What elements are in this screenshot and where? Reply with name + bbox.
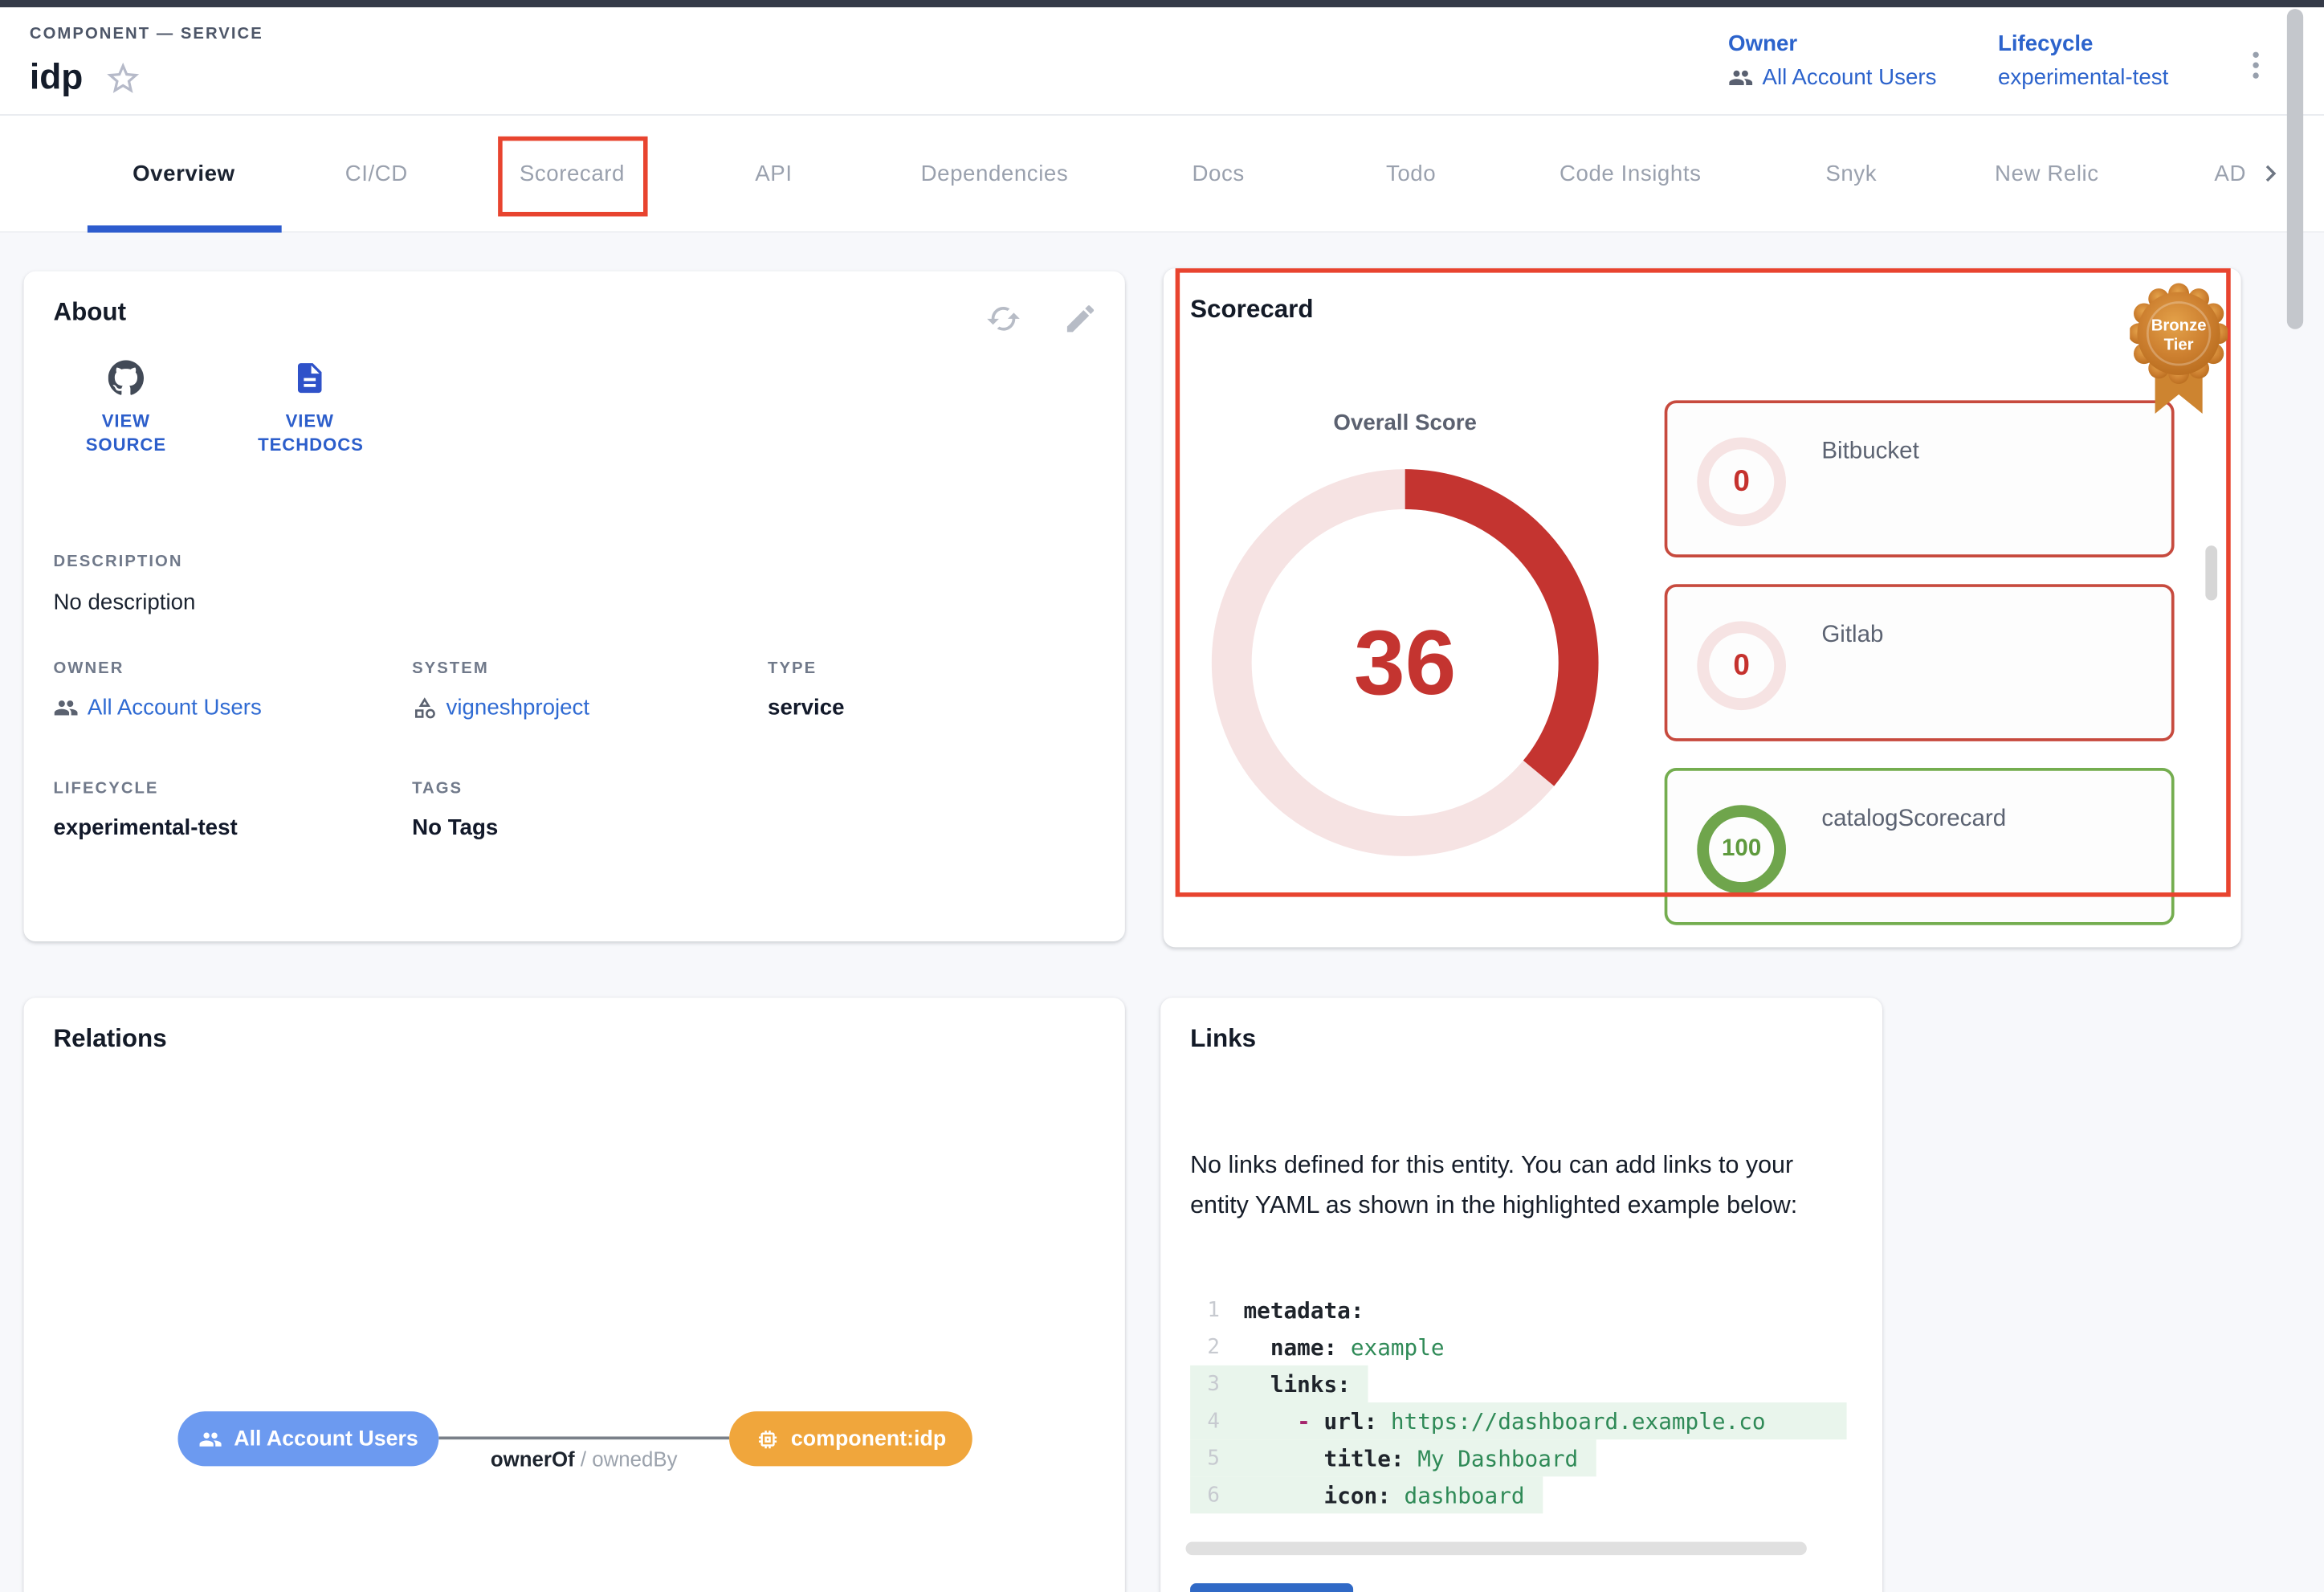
tab-dependencies[interactable]: Dependencies [921,116,1069,233]
owner-value-link[interactable]: All Account Users [1728,65,1936,90]
header-owner: Owner All Account Users [1728,31,1936,91]
tab-snyk[interactable]: Snyk [1825,116,1877,233]
techdocs-document-icon [292,360,328,395]
page-scrollbar[interactable] [2287,9,2303,329]
overall-score-label: Overall Score [1333,410,1477,435]
badge-text-line1: Bronze [2151,317,2207,335]
code-line-highlighted: 6 icon: dashboard [1190,1476,1543,1513]
lifecycle-value: experimental-test [1998,65,2168,90]
group-icon [198,1427,222,1451]
scorecard-item-bitbucket[interactable]: 0 Bitbucket [1665,400,2175,557]
tab-new-relic[interactable]: New Relic [1995,116,2099,233]
scorecard-title: Scorecard [1190,295,1314,325]
tab-overview[interactable]: Overview [133,116,235,233]
entity-tabs: Overview CI/CD Scorecard API Dependencie… [0,116,2324,233]
links-title: Links [1190,1024,1256,1054]
tabs-scroll-right-chevron-icon[interactable] [2254,157,2287,190]
code-line: 1metadata: [1190,1292,1847,1329]
scorecard-list-scrollbar[interactable] [2205,545,2217,600]
links-card: Links No links defined for this entity. … [1160,998,1882,1592]
view-source-link[interactable]: VIEW SOURCE [65,360,186,456]
scorecard-card: Scorecard Bron [1164,268,2241,947]
scorecard-item-gitlab[interactable]: 0 Gitlab [1665,584,2175,741]
favorite-star-icon[interactable] [104,59,142,98]
scorecard-tab-annotation-box [498,137,647,217]
field-owner: OWNER All Account Users [53,659,412,720]
view-techdocs-label: VIEW TECHDOCS [258,409,361,456]
code-line: 2 name: example [1190,1329,1847,1365]
about-card: About VIEW SOURCE VIEW TECHDOCS DESCRIPT… [24,271,1125,941]
view-techdocs-link[interactable]: VIEW TECHDOCS [249,360,370,456]
view-source-label: VIEW SOURCE [74,409,177,456]
relations-card: Relations All Account Users component:id… [24,998,1125,1592]
tab-code-insights[interactable]: Code Insights [1560,116,1701,233]
header-lifecycle: Lifecycle experimental-test [1998,31,2168,91]
top-window-strip [0,0,2324,7]
breadcrumb: COMPONENT — SERVICE [30,25,263,43]
tab-docs[interactable]: Docs [1192,116,1244,233]
relation-edge [438,1436,729,1439]
code-line-highlighted: 5 title: My Dashboard [1190,1439,1596,1476]
page: COMPONENT — SERVICE idp Owner All Accoun… [0,0,2324,1592]
relations-title: Relations [53,1024,166,1054]
owner-entity-link[interactable]: All Account Users [53,696,412,720]
about-title: About [53,298,126,328]
group-icon [1728,65,1753,90]
bronze-tier-badge: Bronze Tier [2130,280,2228,422]
description-value: No description [53,590,195,615]
tab-api[interactable]: API [755,116,792,233]
links-empty-message: No links defined for this entity. You ca… [1190,1146,1854,1225]
code-line-highlighted: 4 - url: https://dashboard.example.co [1190,1402,1847,1439]
field-tags: TAGS No Tags [412,780,768,841]
tab-todo[interactable]: Todo [1386,116,1436,233]
page-title: idp [30,58,83,100]
description-label: DESCRIPTION [53,553,195,570]
chip-icon [756,1427,780,1451]
tab-cicd[interactable]: CI/CD [345,116,408,233]
overall-score-value: 36 [1211,468,1600,857]
lifecycle-label: Lifecycle [1998,31,2168,56]
field-lifecycle: LIFECYCLE experimental-test [53,780,412,841]
active-tab-indicator [88,226,282,233]
links-action-button-cropped[interactable] [1190,1583,1353,1592]
edit-pencil-icon[interactable] [1062,301,1098,337]
relation-node-component[interactable]: component:idp [729,1411,972,1466]
overview-content: About VIEW SOURCE VIEW TECHDOCS DESCRIPT… [0,233,2324,1592]
github-icon [108,360,144,395]
system-entity-link[interactable]: vigneshproject [412,696,768,720]
tab-ad-truncated[interactable]: AD [2214,116,2246,233]
code-horizontal-scrollbar[interactable] [1186,1541,1807,1555]
badge-text-line2: Tier [2164,337,2194,354]
owner-value: All Account Users [1762,65,1936,90]
relation-node-owner[interactable]: All Account Users [177,1411,438,1466]
owner-label: Owner [1728,31,1936,56]
field-type: TYPE service [768,659,1064,720]
group-icon [53,696,78,720]
code-line-highlighted: 3 links: [1190,1365,1368,1402]
entity-header: COMPONENT — SERVICE idp Owner All Accoun… [0,7,2324,116]
scorecard-item-catalogscorecard[interactable]: 100 catalogScorecard [1665,768,2175,925]
relation-edge-label: ownerOf / ownedBy [491,1447,678,1471]
yaml-example-code: 1metadata: 2 name: example 3 links: 4 - … [1190,1292,1847,1514]
refresh-icon[interactable] [985,301,1021,337]
field-system: SYSTEM vigneshproject [412,659,768,720]
more-options-kebab-icon[interactable] [2241,46,2271,84]
category-icon [412,696,437,720]
